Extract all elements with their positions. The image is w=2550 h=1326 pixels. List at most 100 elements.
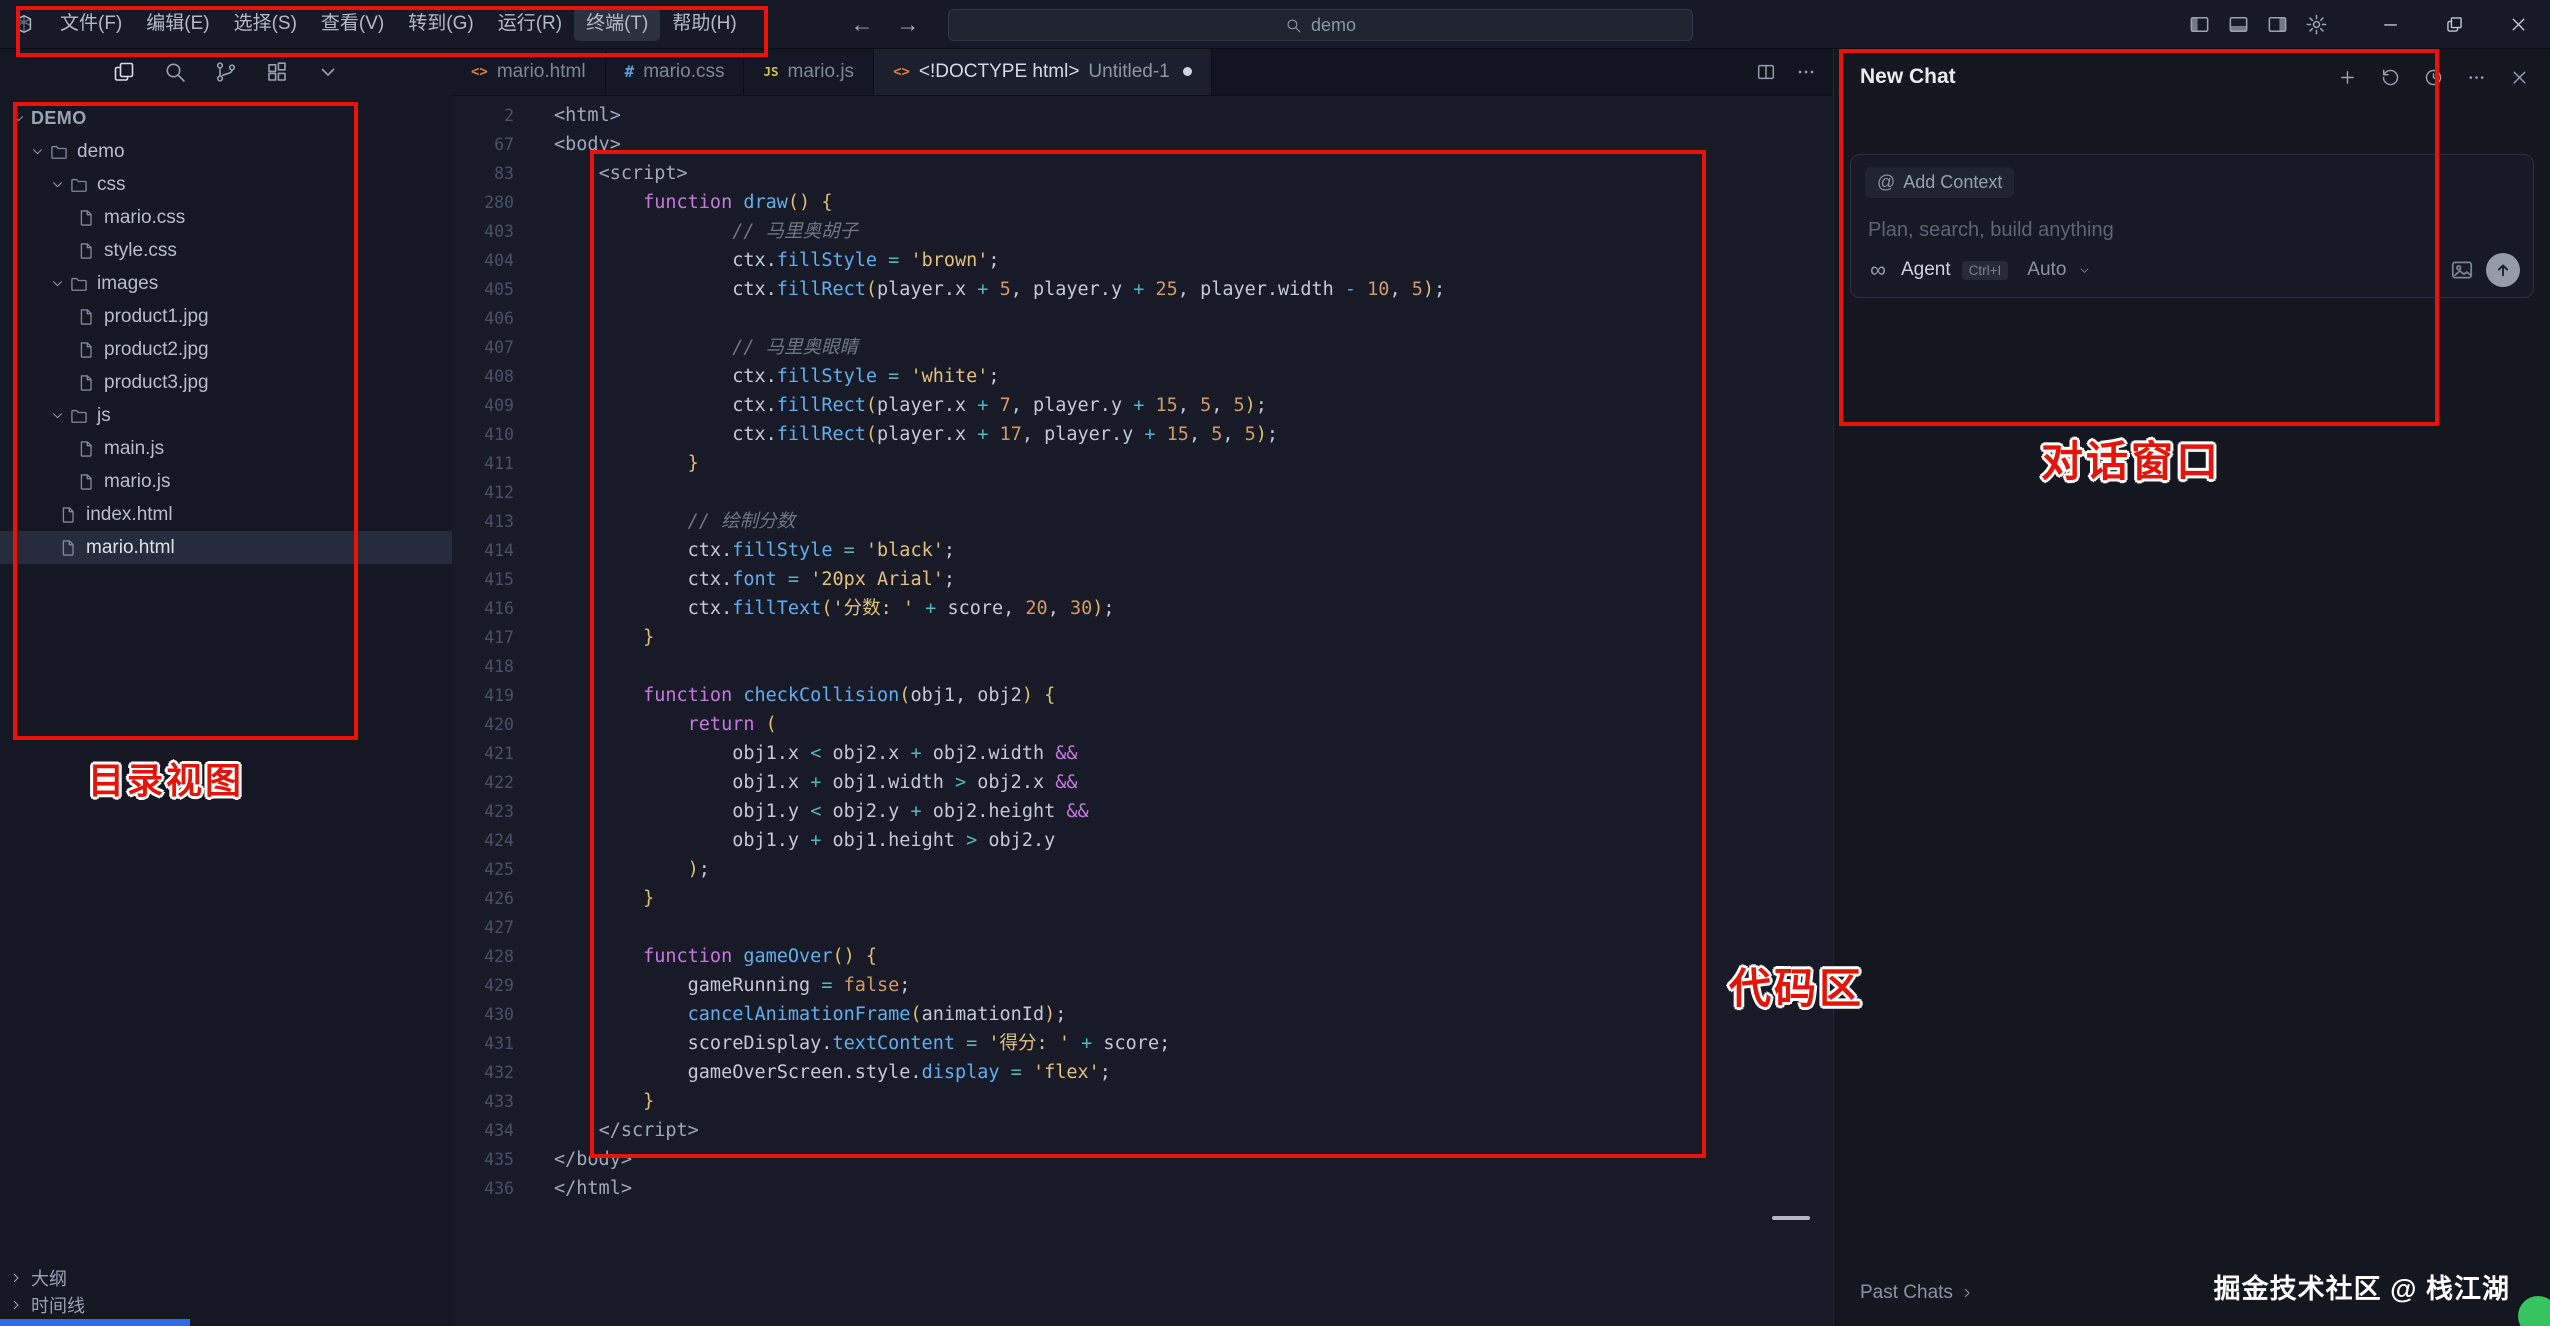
source-control-icon[interactable] <box>214 60 238 84</box>
extensions-icon[interactable] <box>265 60 289 84</box>
tree-item-main.js[interactable]: main.js <box>0 432 452 465</box>
code-line-420: 420 return ( <box>452 710 1834 739</box>
panel-bottom-icon[interactable] <box>2219 0 2258 48</box>
line-number: 280 <box>452 188 514 217</box>
tree-item-product1.jpg[interactable]: product1.jpg <box>0 300 452 333</box>
line-number: 412 <box>452 478 514 507</box>
close-button[interactable] <box>2486 0 2550 48</box>
code-text: ctx.fillRect(player.x + 17, player.y + 1… <box>514 420 1278 449</box>
menu-item-1[interactable]: 编辑(E) <box>134 7 221 41</box>
restore-button[interactable] <box>2422 0 2486 48</box>
chevron-down-icon[interactable] <box>29 143 46 160</box>
menu-item-7[interactable]: 帮助(H) <box>660 7 748 41</box>
css-file-icon: # <box>625 62 635 81</box>
tree-item-mario.html[interactable]: mario.html <box>0 531 452 564</box>
more-icon[interactable] <box>1786 48 1826 95</box>
close-icon[interactable] <box>2506 64 2532 90</box>
split-editor-icon[interactable] <box>1746 48 1786 95</box>
tree-item-product3.jpg[interactable]: product3.jpg <box>0 366 452 399</box>
code-editor[interactable]: 2<html>67<body>83 <script>280 function d… <box>452 95 1834 1326</box>
chevron-down-icon[interactable] <box>49 275 66 292</box>
tree-item-index.html[interactable]: index.html <box>0 498 452 531</box>
image-upload-icon[interactable] <box>2449 257 2475 283</box>
tree-item-mario.js[interactable]: mario.js <box>0 465 452 498</box>
line-number: 405 <box>452 275 514 304</box>
model-auto-selector[interactable]: Auto <box>2027 259 2066 281</box>
menu-item-6[interactable]: 终端(T) <box>574 7 660 41</box>
history-icon[interactable] <box>2377 64 2403 90</box>
tree-item-label: mario.js <box>104 471 171 493</box>
command-search[interactable]: demo <box>948 9 1693 41</box>
tree-item-mario.css[interactable]: mario.css <box>0 201 452 234</box>
forward-icon[interactable]: → <box>894 0 922 48</box>
window-controls <box>2358 0 2550 48</box>
tree-item-label: js <box>97 405 111 427</box>
tree-item-css[interactable]: css <box>0 168 452 201</box>
search-icon[interactable] <box>163 60 187 84</box>
menu-item-2[interactable]: 选择(S) <box>222 7 309 41</box>
code-text: } <box>514 1087 654 1116</box>
line-number: 435 <box>452 1145 514 1174</box>
panel-right-icon[interactable] <box>2258 0 2297 48</box>
tree-item-label: mario.html <box>86 537 175 559</box>
tree-item-product2.jpg[interactable]: product2.jpg <box>0 333 452 366</box>
tab-mario.html[interactable]: <>mario.html <box>452 48 606 95</box>
minimize-button[interactable] <box>2358 0 2422 48</box>
settings-icon[interactable] <box>2297 0 2336 48</box>
code-line-425: 425 ); <box>452 855 1834 884</box>
folder-icon <box>69 406 89 426</box>
file-icon <box>58 505 78 525</box>
code-line-422: 422 obj1.x + obj1.width > obj2.x && <box>452 768 1834 797</box>
menu-item-4[interactable]: 转到(G) <box>396 7 485 41</box>
tab-mario.css[interactable]: #mario.css <box>606 48 745 95</box>
code-line-411: 411 } <box>452 449 1834 478</box>
line-number: 434 <box>452 1116 514 1145</box>
tree-item-images[interactable]: images <box>0 267 452 300</box>
menu-item-0[interactable]: 文件(F) <box>48 7 134 41</box>
tree-item-demo[interactable]: demo <box>0 135 452 168</box>
line-number: 403 <box>452 217 514 246</box>
chevron-right-icon <box>1959 1285 1975 1301</box>
outline-section-header[interactable]: 大纲 <box>0 1264 452 1291</box>
chat-input-card[interactable]: @ Add Context Plan, search, build anythi… <box>1850 154 2534 298</box>
tab-mario.js[interactable]: JSmario.js <box>744 48 874 95</box>
chevron-down-icon[interactable] <box>49 176 66 193</box>
code-lines: 2<html>67<body>83 <script>280 function d… <box>452 101 1834 1203</box>
code-text: return ( <box>514 710 777 739</box>
code-text: ctx.font = '20px Arial'; <box>514 565 955 594</box>
agent-mode-selector[interactable]: Agent <box>1901 259 1951 281</box>
folder-icon <box>69 175 89 195</box>
code-line-407: 407 // 马里奥眼睛 <box>452 333 1834 362</box>
tree-item-label: main.js <box>104 438 164 460</box>
add-context-button[interactable]: @ Add Context <box>1865 167 2014 198</box>
past-chats-link[interactable]: Past Chats <box>1860 1282 1975 1304</box>
timeline-section-header[interactable]: 时间线 <box>0 1291 452 1318</box>
chevron-down-icon[interactable] <box>49 407 66 424</box>
back-icon[interactable]: ← <box>848 0 876 48</box>
tree-item-label: product1.jpg <box>104 306 209 328</box>
sidebar-toolbar <box>0 48 452 95</box>
chat-panel: New Chat @ Add Context Plan, search, bui… <box>1833 48 2550 1326</box>
explorer-icon[interactable] <box>112 60 136 84</box>
more-icon[interactable] <box>2463 64 2489 90</box>
code-line-417: 417 } <box>452 623 1834 652</box>
code-text: } <box>514 449 699 478</box>
line-number: 427 <box>452 913 514 942</box>
send-button[interactable] <box>2486 253 2520 287</box>
add-context-label: Add Context <box>1903 172 2002 193</box>
tree-item-style.css[interactable]: style.css <box>0 234 452 267</box>
menu-item-5[interactable]: 运行(R) <box>486 7 574 41</box>
scrollbar-thumb[interactable] <box>1772 1216 1810 1220</box>
title-bar: 文件(F)编辑(E)选择(S)查看(V)转到(G)运行(R)终端(T)帮助(H)… <box>0 0 2550 49</box>
menu-item-3[interactable]: 查看(V) <box>309 7 396 41</box>
status-accent-strip <box>0 1319 190 1326</box>
chevron-down-icon[interactable] <box>316 60 340 84</box>
explorer-root[interactable]: DEMO <box>0 102 452 135</box>
panel-left-icon[interactable] <box>2180 0 2219 48</box>
tab-actions <box>1746 48 1834 95</box>
tree-item-js[interactable]: js <box>0 399 452 432</box>
clock-icon[interactable] <box>2420 64 2446 90</box>
file-icon <box>76 307 96 327</box>
plus-icon[interactable] <box>2334 64 2360 90</box>
tab-Untitled-1[interactable]: <><!DOCTYPE html>Untitled-1 <box>874 48 1212 95</box>
